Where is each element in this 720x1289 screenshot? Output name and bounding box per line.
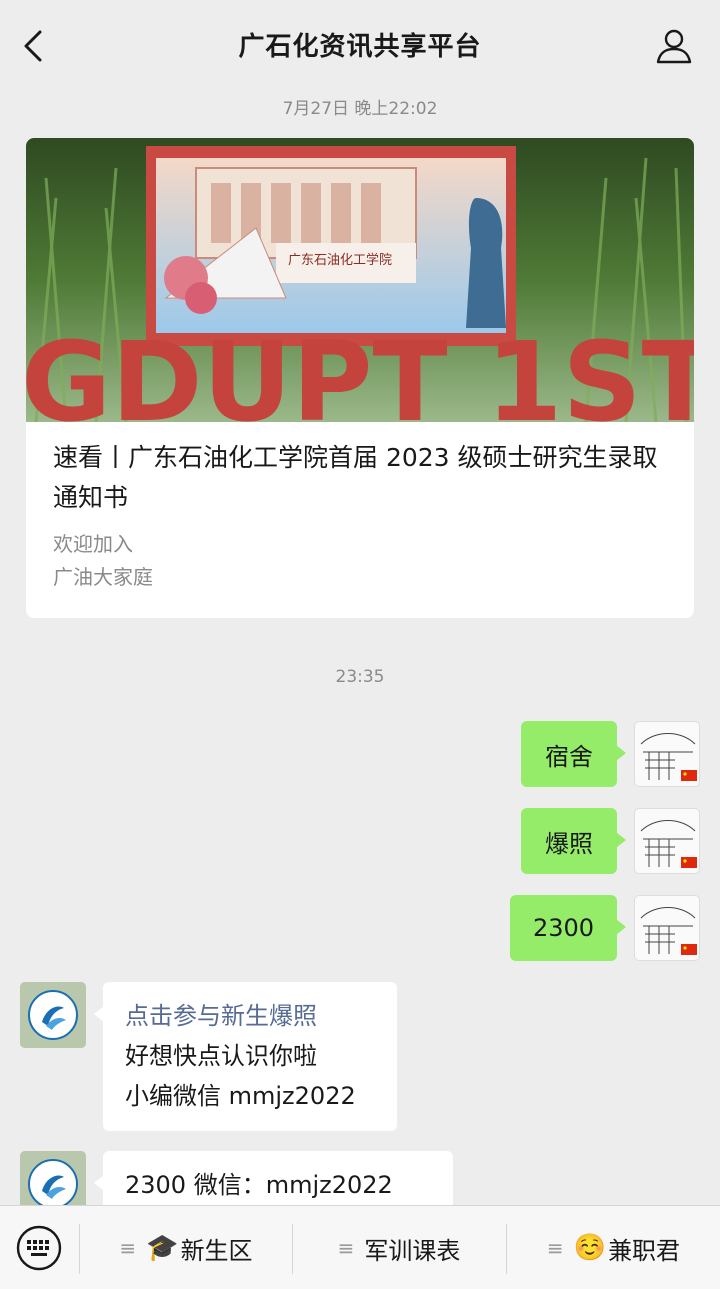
timestamp: 23:35 <box>335 667 385 687</box>
back-arrow-icon[interactable] <box>18 26 50 66</box>
svg-text:GDUPT 1ST: GDUPT 1ST <box>26 318 694 422</box>
article-desc-line: 欢迎加入 <box>53 532 133 556</box>
menu-item-military-schedule[interactable]: ≡ 军训课表 <box>293 1206 505 1289</box>
message-text: 宿舍 <box>545 742 593 771</box>
menu-item-label: 军训课表 <box>364 1236 461 1265</box>
graduation-cap-icon: 🎓 <box>146 1233 179 1263</box>
article-desc-line: 广油大家庭 <box>53 565 153 589</box>
message-text: 2300 微信：mmjz2022 <box>125 1171 393 1199</box>
article-title: 速看丨广东石油化工学院首届 2023 级硕士研究生录取通知书 <box>53 443 658 512</box>
timestamp: 7月27日 晚上22:02 <box>282 99 438 119</box>
message-text: 小编微信 mmjz2022 <box>125 1082 356 1110</box>
bottom-menu-bar: ≡ 🎓 新生区 ≡ 军训课表 ≡ ☺️ 兼职君 <box>0 1205 720 1289</box>
user-message-bubble[interactable]: 爆照 <box>521 808 626 874</box>
user-message-bubble[interactable]: 2300 <box>510 895 626 961</box>
join-photo-link[interactable]: 点击参与新生爆照 <box>125 996 375 1036</box>
menu-item-part-time[interactable]: ≡ ☺️ 兼职君 <box>507 1206 720 1289</box>
menu-lines-icon: ≡ <box>119 1236 137 1260</box>
svg-text:广东石油化工学院: 广东石油化工学院 <box>288 252 392 268</box>
bot-avatar[interactable] <box>20 982 86 1048</box>
keyboard-icon[interactable] <box>16 1225 62 1271</box>
menu-item-label: 兼职君 <box>608 1236 681 1265</box>
article-description: 欢迎加入 广油大家庭 <box>53 528 673 594</box>
bot-message-bubble: 点击参与新生爆照 好想快点认识你啦 小编微信 mmjz2022 <box>94 982 397 1131</box>
nav-bar: 广石化资讯共享平台 <box>0 0 720 88</box>
message-text: 2300 <box>532 914 595 942</box>
message-text: 爆照 <box>545 829 593 858</box>
menu-item-label: 新生区 <box>180 1236 253 1265</box>
menu-lines-icon: ≡ <box>337 1236 355 1260</box>
chat-title: 广石化资讯共享平台 <box>238 31 482 62</box>
article-cover-image: 广东石油化工学院 GDUPT 1ST <box>26 138 694 422</box>
menu-lines-icon: ≡ <box>546 1236 564 1260</box>
smiling-face-icon: ☺️ <box>573 1233 607 1263</box>
menu-item-freshman[interactable]: ≡ 🎓 新生区 <box>80 1206 292 1289</box>
message-text: 好想快点认识你啦 <box>125 1042 317 1070</box>
user-avatar[interactable] <box>634 808 700 874</box>
profile-icon[interactable] <box>654 26 694 66</box>
user-avatar[interactable] <box>634 721 700 787</box>
user-message-bubble[interactable]: 宿舍 <box>521 721 626 787</box>
user-avatar[interactable] <box>634 895 700 961</box>
article-card[interactable]: 广东石油化工学院 GDUPT 1ST 速看丨广东石油化工学院首届 2023 级硕… <box>26 138 694 618</box>
